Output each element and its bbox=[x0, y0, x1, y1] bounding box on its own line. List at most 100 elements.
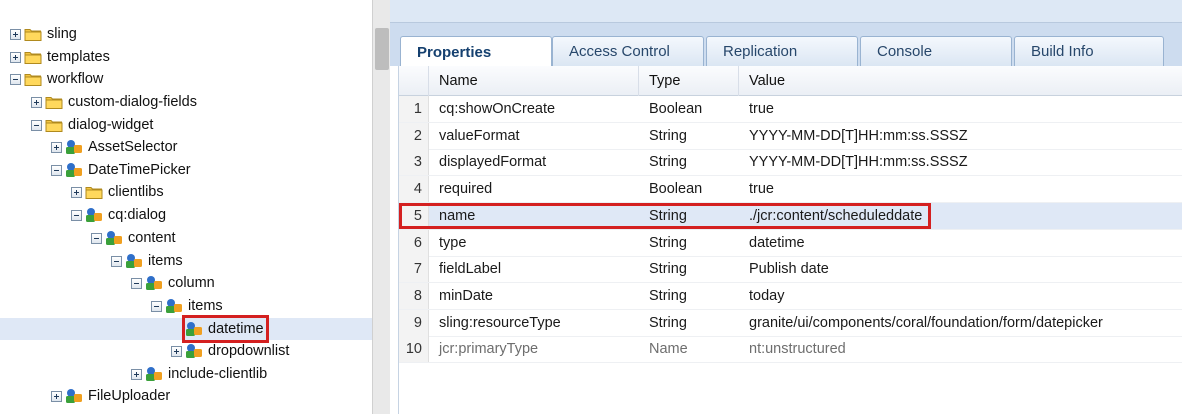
table-row[interactable]: 5 name String ./jcr:content/scheduleddate bbox=[399, 202, 1182, 230]
tab-label: Replication bbox=[723, 43, 798, 60]
property-name: sling:resourceType bbox=[439, 314, 561, 331]
scrollbar-thumb[interactable] bbox=[375, 28, 389, 70]
tree-node-include-clientlib[interactable]: include-clientlib bbox=[131, 363, 269, 385]
tree-node-clientlibs[interactable]: clientlibs bbox=[71, 181, 166, 203]
property-value: YYYY-MM-DD[T]HH:mm:ss.SSSZ bbox=[749, 154, 968, 171]
tree-node-label: dialog-widget bbox=[68, 117, 154, 133]
tab-properties[interactable]: Properties bbox=[400, 36, 552, 67]
collapse-minus-icon[interactable] bbox=[91, 232, 102, 244]
property-type: Boolean bbox=[649, 181, 703, 198]
collapse-minus-icon[interactable] bbox=[51, 164, 62, 176]
folder-icon bbox=[24, 26, 42, 42]
tab-replication[interactable]: Replication bbox=[706, 36, 858, 66]
component-node-icon bbox=[165, 298, 183, 314]
tree-node-fileuploader[interactable]: FileUploader bbox=[51, 385, 172, 407]
expand-plus-icon[interactable] bbox=[131, 368, 142, 380]
component-node-icon bbox=[185, 321, 203, 337]
tree-node-label: clientlibs bbox=[108, 184, 164, 200]
tree-node-items[interactable]: items bbox=[111, 250, 185, 272]
tree-node-label: dropdownlist bbox=[208, 343, 290, 359]
tree-node-column[interactable]: column bbox=[131, 272, 217, 294]
expand-plus-icon[interactable] bbox=[10, 28, 21, 40]
tree-node-assetselector[interactable]: AssetSelector bbox=[51, 136, 179, 158]
properties-panel: Properties Access Control Replication Co… bbox=[390, 0, 1182, 414]
tree-node-sling[interactable]: sling bbox=[10, 23, 79, 45]
folder-icon bbox=[24, 71, 42, 87]
expand-plus-icon[interactable] bbox=[10, 51, 21, 63]
table-row[interactable]: 2 valueFormat String YYYY-MM-DD[T]HH:mm:ss.… bbox=[399, 122, 1182, 150]
header-name[interactable]: Name bbox=[429, 66, 639, 96]
property-type: String bbox=[649, 154, 687, 171]
table-row[interactable]: 7 fieldLabel String Publish date bbox=[399, 256, 1182, 284]
header-type[interactable]: Type bbox=[639, 66, 739, 96]
tree-node-label: custom-dialog-fields bbox=[68, 94, 197, 110]
tab-console[interactable]: Console bbox=[860, 36, 1012, 66]
tab-access-control[interactable]: Access Control bbox=[552, 36, 704, 66]
row-number: 10 bbox=[399, 336, 429, 363]
tree-node-label: sling bbox=[47, 26, 77, 42]
tree-node-content[interactable]: content bbox=[91, 227, 178, 249]
table-row[interactable]: 10 jcr:primaryType Name nt:unstructured bbox=[399, 336, 1182, 364]
row-number: 9 bbox=[399, 309, 429, 336]
component-node-icon bbox=[65, 388, 83, 404]
collapse-minus-icon[interactable] bbox=[71, 209, 82, 221]
expand-plus-icon[interactable] bbox=[51, 390, 62, 402]
expand-plus-icon[interactable] bbox=[31, 96, 42, 108]
tab-label: Console bbox=[877, 43, 933, 60]
header-value[interactable]: Value bbox=[739, 66, 1182, 96]
collapse-minus-icon[interactable] bbox=[131, 277, 142, 289]
collapse-minus-icon[interactable] bbox=[10, 73, 21, 85]
expand-plus-icon[interactable] bbox=[171, 345, 182, 357]
tree-node-cq-dialog[interactable]: cq:dialog bbox=[71, 204, 168, 226]
tree-node-custom-dialog-fields[interactable]: custom-dialog-fields bbox=[31, 91, 199, 113]
table-row[interactable]: 8 minDate String today bbox=[399, 282, 1182, 310]
folder-icon bbox=[45, 117, 63, 133]
property-value: YYYY-MM-DD[T]HH:mm:ss.SSSZ bbox=[749, 127, 968, 144]
tree-node-datetime[interactable]: datetime bbox=[182, 315, 269, 343]
grid-header: Name Type Value bbox=[399, 66, 1182, 96]
tab-build-info[interactable]: Build Info bbox=[1014, 36, 1164, 66]
tree-node-label: DateTimePicker bbox=[88, 162, 191, 178]
tree-node-dialog-widget[interactable]: dialog-widget bbox=[31, 114, 155, 136]
expand-plus-icon[interactable] bbox=[71, 186, 82, 198]
tree-node-workflow[interactable]: workflow bbox=[10, 68, 105, 90]
tree-node-dropdownlist[interactable]: dropdownlist bbox=[171, 340, 291, 362]
row-number: 2 bbox=[399, 122, 429, 149]
property-value: today bbox=[749, 287, 785, 304]
component-node-icon bbox=[145, 275, 163, 291]
tree-node-templates[interactable]: templates bbox=[10, 46, 112, 68]
property-type: String bbox=[649, 287, 687, 304]
table-row[interactable]: 4 required Boolean true bbox=[399, 176, 1182, 204]
folder-icon bbox=[24, 49, 42, 65]
expand-plus-icon[interactable] bbox=[51, 141, 62, 153]
table-row[interactable]: 9 sling:resourceType String granite/ui/comp… bbox=[399, 309, 1182, 337]
tab-label: Properties bbox=[417, 43, 492, 61]
collapse-minus-icon[interactable] bbox=[151, 300, 162, 312]
tree-node-items[interactable]: items bbox=[151, 295, 225, 317]
property-type: String bbox=[649, 234, 687, 251]
row-number: 8 bbox=[399, 282, 429, 309]
component-node-icon bbox=[65, 139, 83, 155]
folder-icon bbox=[45, 94, 63, 110]
repository-tree[interactable]: sling templates workflow custom-dialog-fiel… bbox=[0, 0, 372, 414]
property-name: fieldLabel bbox=[439, 261, 502, 278]
table-row[interactable]: 6 type String datetime bbox=[399, 229, 1182, 257]
collapse-minus-icon[interactable] bbox=[31, 119, 42, 131]
row-number: 3 bbox=[399, 149, 429, 176]
row-number: 5 bbox=[399, 202, 429, 229]
property-type: Name bbox=[649, 341, 688, 358]
header-rownum bbox=[399, 66, 429, 96]
pane-splitter-scrollbar[interactable] bbox=[372, 0, 390, 414]
table-row[interactable]: 3 displayedFormat String YYYY-MM-DD[T]HH:mm… bbox=[399, 149, 1182, 177]
property-value: true bbox=[749, 181, 774, 198]
row-number: 6 bbox=[399, 229, 429, 256]
property-value: Publish date bbox=[749, 261, 829, 278]
tree-node-datetimepicker[interactable]: DateTimePicker bbox=[51, 159, 193, 181]
tree-node-label: datetime bbox=[208, 321, 264, 337]
tree-node-label: content bbox=[128, 230, 176, 246]
properties-grid[interactable]: Name Type Value 1 cq:showOnCreate Boolean t… bbox=[398, 66, 1182, 414]
table-row[interactable]: 1 cq:showOnCreate Boolean true bbox=[399, 96, 1182, 123]
collapse-minus-icon[interactable] bbox=[111, 255, 122, 267]
property-type: String bbox=[649, 127, 687, 144]
component-node-icon bbox=[145, 366, 163, 382]
